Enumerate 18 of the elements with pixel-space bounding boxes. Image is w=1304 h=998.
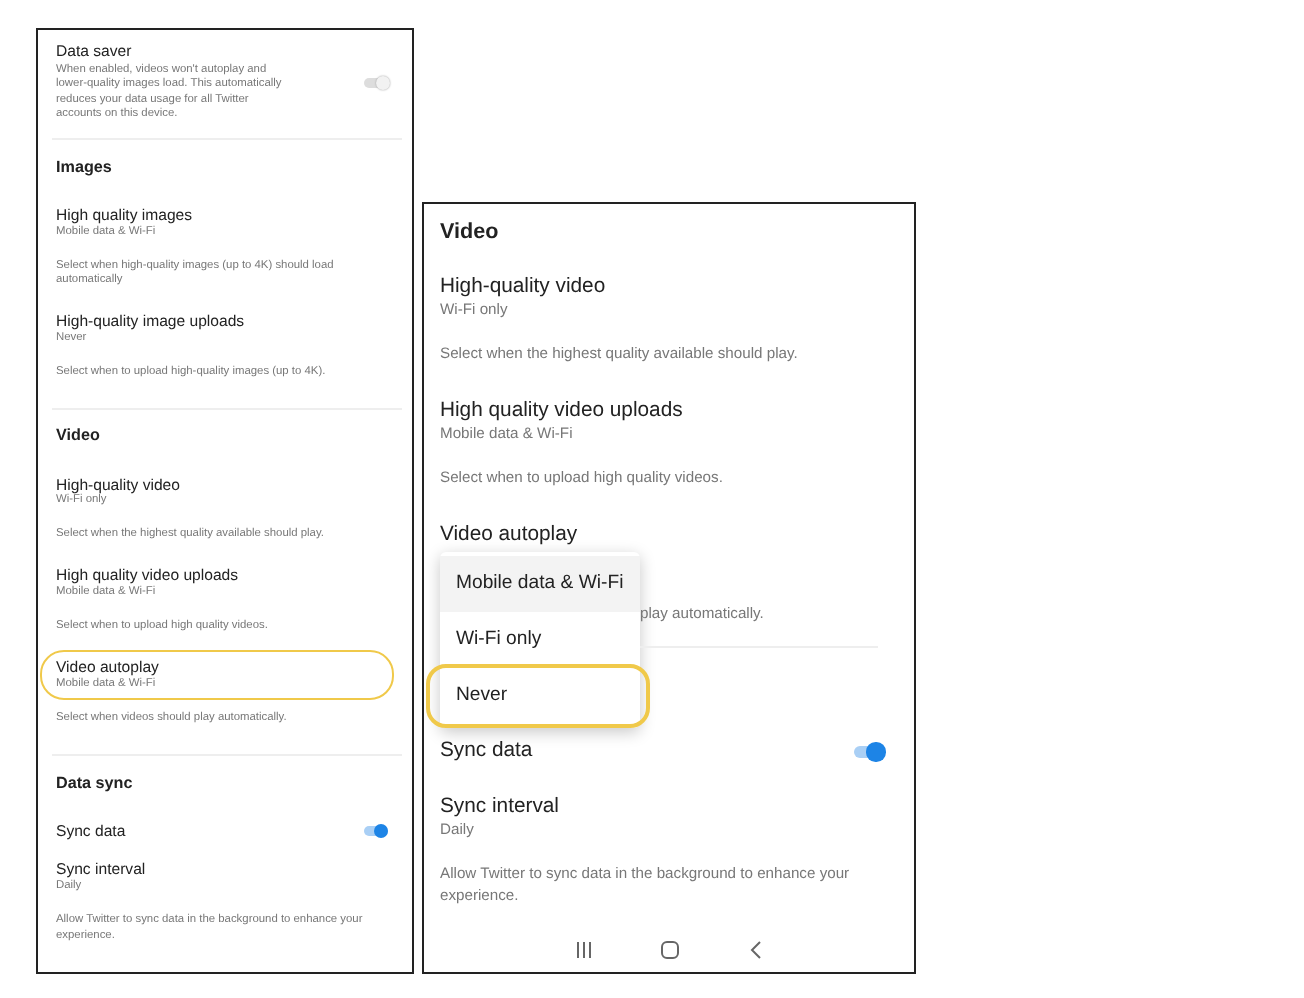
- section-heading: Video: [56, 426, 102, 447]
- toggle-switch[interactable]: [364, 77, 388, 88]
- setting-title[interactable]: High-quality video: [440, 273, 898, 300]
- section-heading: Data sync: [56, 773, 135, 793]
- menu-option[interactable]: Mobile data & Wi-Fi: [440, 556, 640, 613]
- toggle-switch[interactable]: [853, 745, 884, 758]
- section-heading: Images: [56, 157, 114, 177]
- toggle-switch[interactable]: [364, 826, 388, 837]
- menu-option[interactable]: Never: [430, 668, 646, 725]
- setting-title[interactable]: Video autoplay: [440, 521, 898, 548]
- menu-option[interactable]: Wi-Fi only: [440, 612, 640, 669]
- section-heading: Video: [440, 220, 501, 246]
- back-icon[interactable]: [745, 939, 765, 959]
- recents-icon[interactable]: [573, 939, 593, 959]
- setting-title[interactable]: High quality video uploads: [440, 397, 898, 424]
- setting-title: Sync data: [440, 738, 535, 765]
- setting-title[interactable]: Sync interval: [440, 794, 898, 821]
- home-icon[interactable]: [659, 939, 679, 959]
